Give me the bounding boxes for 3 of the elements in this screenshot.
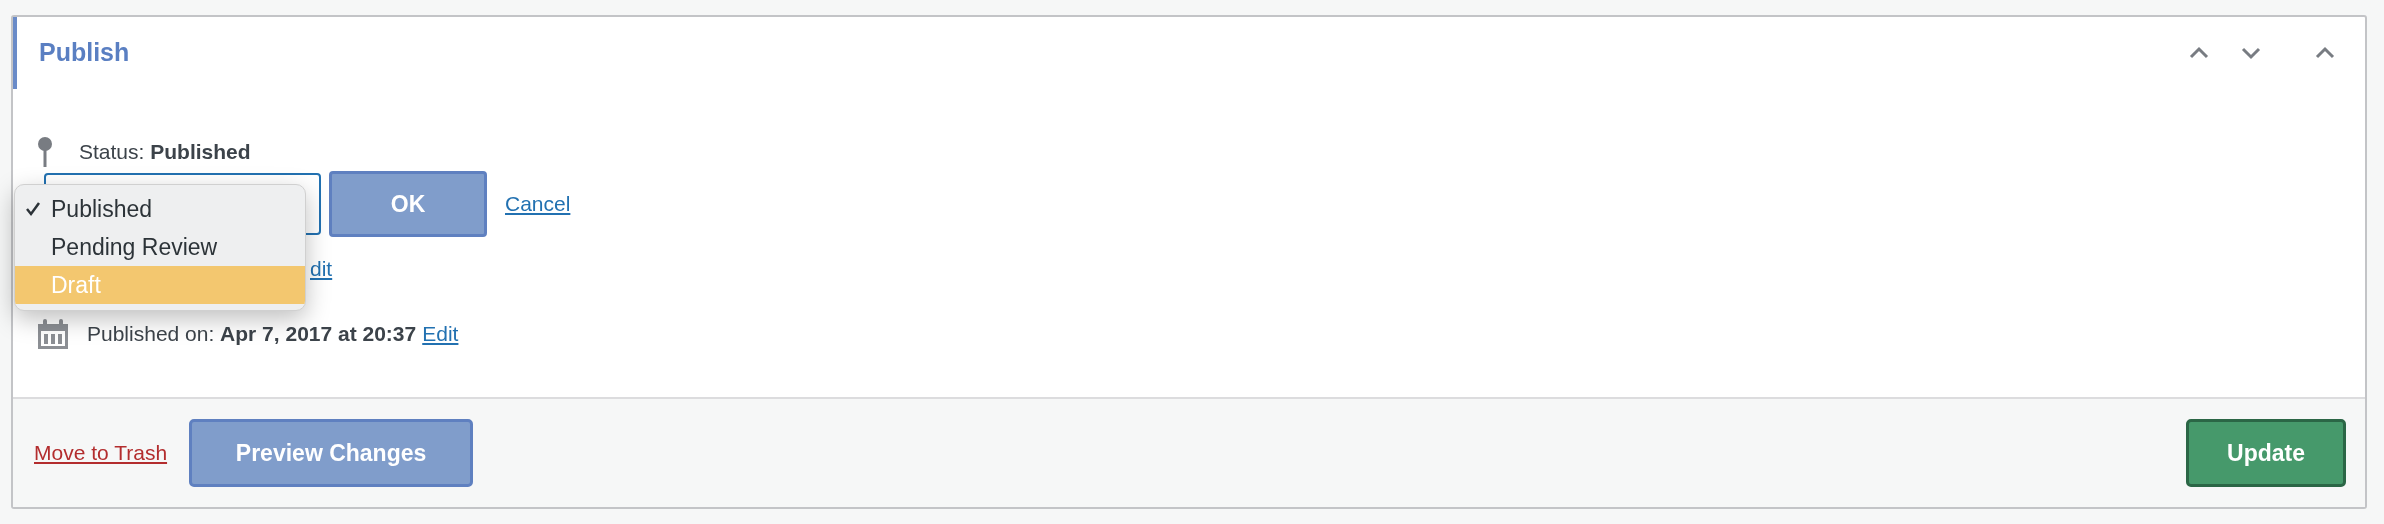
published-on-text: Published on: Apr 7, 2017 at 20:37 bbox=[87, 321, 417, 348]
status-text: Status: Published bbox=[79, 139, 251, 166]
panel-title: Publish bbox=[39, 37, 130, 69]
